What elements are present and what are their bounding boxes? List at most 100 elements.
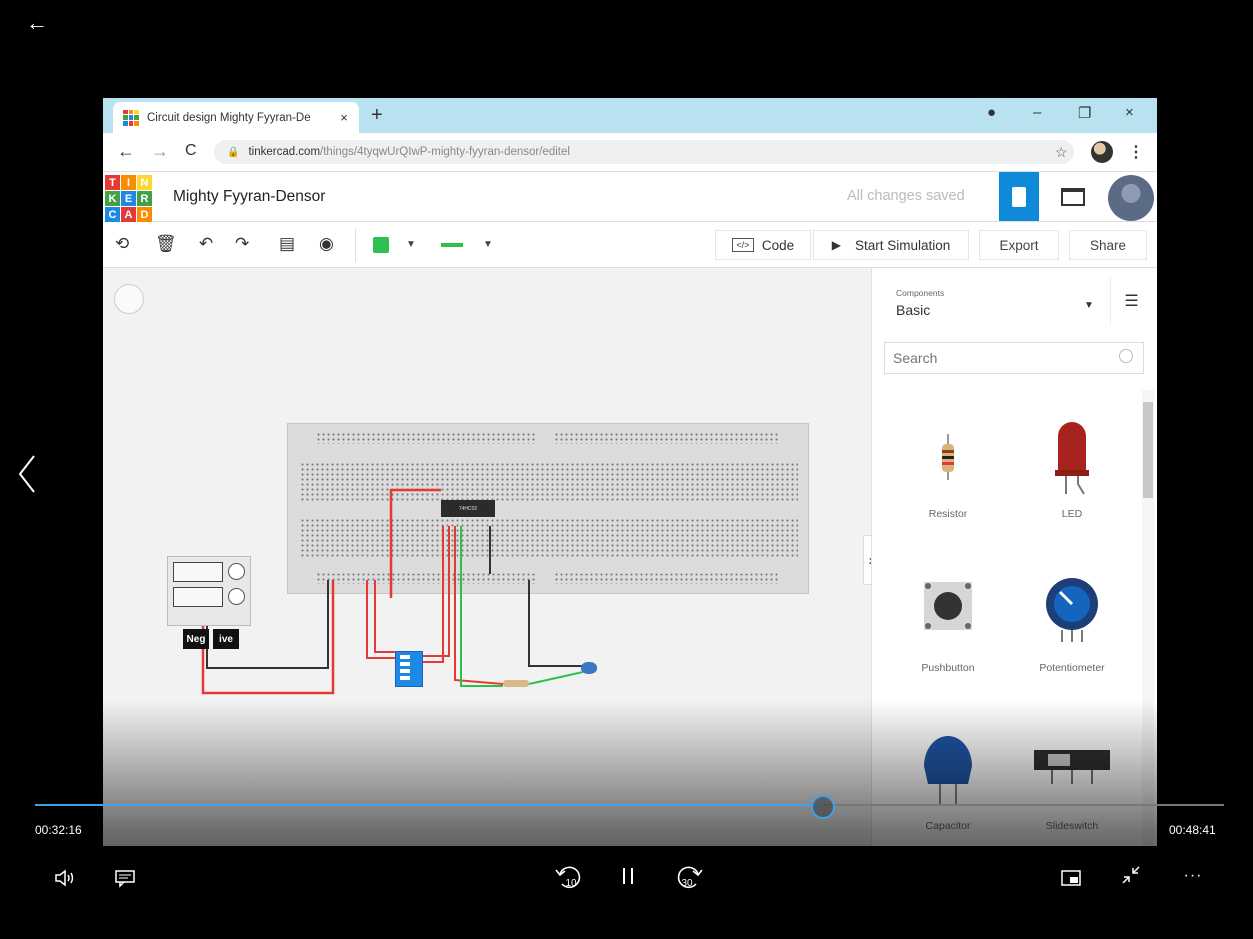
url-field[interactable]: 🔒 tinkercad.com /things/4tyqwUrQIwP-migh… [214,140,1074,164]
panel-scrollbar[interactable] [1142,390,1154,846]
logo-letter: N [137,175,152,190]
share-button[interactable]: Share [1069,230,1147,260]
browser-address-bar: ← → C 🔒 tinkercad.com /things/4tyqwUrQIw… [103,133,1157,172]
skip-forward-label: 30 [681,877,693,889]
search-icon[interactable] [1119,349,1133,363]
logo-letter: A [121,207,136,222]
close-window-button[interactable]: × [1125,104,1134,121]
rotate-icon[interactable]: ⟲ [115,234,129,254]
component-label: LED [1061,508,1083,520]
browser-tab-bar: Circuit design Mighty Fyyran-De × + ● – … [103,98,1157,133]
logo-letter: K [105,191,120,206]
logo-letter: I [121,175,136,190]
led-icon [1055,422,1089,495]
volume-icon[interactable] [50,866,80,890]
new-tab-button[interactable]: + [371,104,383,127]
tinkercad-favicon-icon [123,109,139,126]
visibility-icon[interactable]: ◉ [319,234,334,254]
component-label: Capacitor [925,820,971,832]
scrollbar-thumb[interactable] [1143,402,1153,498]
minimize-button[interactable]: – [1033,104,1041,121]
list-view-icon[interactable]: ☰ [1110,276,1152,326]
component-search-field[interactable] [884,342,1144,374]
url-host: tinkercad.com [248,146,321,158]
video-player: ← Circuit design Mighty Fyyran-De × + ● … [0,0,1253,939]
dip-switch[interactable] [395,651,423,687]
component-slideswitch[interactable]: Slideswitch [1012,714,1132,846]
reload-icon[interactable]: C [185,142,197,160]
forward-icon[interactable]: → [151,141,169,162]
chip-icon [1012,186,1026,207]
component-capacitor[interactable]: Capacitor [888,714,1008,846]
restore-button[interactable]: ❐ [1078,104,1091,122]
browser-menu-icon[interactable]: ⋮ [1128,142,1144,162]
current-knob[interactable] [228,588,245,605]
subtitles-icon[interactable] [112,866,138,890]
pause-button[interactable] [616,862,640,890]
exit-fullscreen-icon[interactable] [1118,862,1144,888]
bookmark-star-icon[interactable]: ☆ [1055,144,1068,161]
skip-back-10-button[interactable]: 10 [552,860,586,894]
seek-thumb[interactable] [811,795,835,819]
export-button[interactable]: Export [979,230,1059,260]
previous-chevron-icon[interactable] [14,452,40,496]
slideswitch-icon [1034,750,1110,784]
terminal-tooltip: ive [213,629,239,649]
back-arrow-icon[interactable]: ← [26,10,48,36]
potentiometer-icon [1046,578,1098,642]
total-time: 00:48:41 [1169,823,1216,837]
pushbutton-icon [924,582,972,630]
chevron-down-icon: ▼ [1084,300,1094,311]
component-resistor[interactable]: Resistor [888,406,1008,546]
notes-icon[interactable]: ▤ [279,234,295,254]
more-options-icon[interactable]: ··· [1178,866,1208,886]
chevron-down-icon[interactable]: ▼ [406,239,416,250]
component-label: Resistor [928,508,968,520]
delete-icon[interactable]: 🗑 [155,234,177,254]
seek-bar[interactable] [35,804,1224,806]
save-status: All changes saved [847,188,965,204]
voltage-knob[interactable] [228,563,245,580]
tinkercad-logo[interactable]: TIN KER CAD [105,175,152,222]
toolbar-divider [355,228,356,262]
logo-letter: T [105,175,120,190]
tab-close-icon[interactable]: × [335,110,353,125]
component-pushbutton[interactable]: Pushbutton [888,560,1008,700]
browser-profile-avatar[interactable] [1091,141,1113,163]
browser-tab[interactable]: Circuit design Mighty Fyyran-De × [113,102,359,133]
code-label: Code [761,237,795,253]
wire-style-swatch[interactable] [441,243,463,247]
circuit-canvas[interactable]: 74HC02 Neg ive [103,268,871,846]
resistor[interactable] [503,680,529,687]
circuit-view-button[interactable] [999,172,1039,221]
start-simulation-button[interactable]: ▶ Start Simulation [813,230,969,260]
components-category-select[interactable]: Components Basic ▼ [884,278,1104,324]
category-label: Components [896,288,945,298]
chevron-down-icon[interactable]: ▼ [483,239,493,250]
redo-icon[interactable]: ↷ [235,234,249,254]
component-list-icon[interactable] [1061,188,1085,206]
component-label: Slideswitch [1045,820,1099,832]
tab-title: Circuit design Mighty Fyyran-De [147,111,311,124]
skip-forward-30-button[interactable]: 30 [672,860,706,894]
current-display [173,587,223,607]
code-button[interactable]: </> Code [715,230,811,260]
component-potentiometer[interactable]: Potentiometer [1012,560,1132,700]
user-avatar[interactable] [1108,175,1154,221]
component-led[interactable]: LED [1012,406,1132,546]
component-search-input[interactable] [893,350,1103,366]
mini-view-icon[interactable] [1058,866,1084,890]
capacitor-icon [924,736,972,804]
led[interactable] [581,662,597,674]
back-icon[interactable]: ← [117,141,135,162]
skip-back-label: 10 [565,877,577,889]
category-value: Basic [896,302,931,318]
play-icon: ▶ [831,238,841,252]
undo-icon[interactable]: ↶ [199,234,213,254]
seek-progress [35,804,823,806]
design-title[interactable]: Mighty Fyyran-Densor [173,188,325,206]
color-swatch[interactable] [373,237,389,253]
components-panel: Components Basic ▼ ☰ Resistor [871,268,1157,846]
power-supply[interactable] [167,556,251,626]
record-icon[interactable]: ● [987,104,996,121]
